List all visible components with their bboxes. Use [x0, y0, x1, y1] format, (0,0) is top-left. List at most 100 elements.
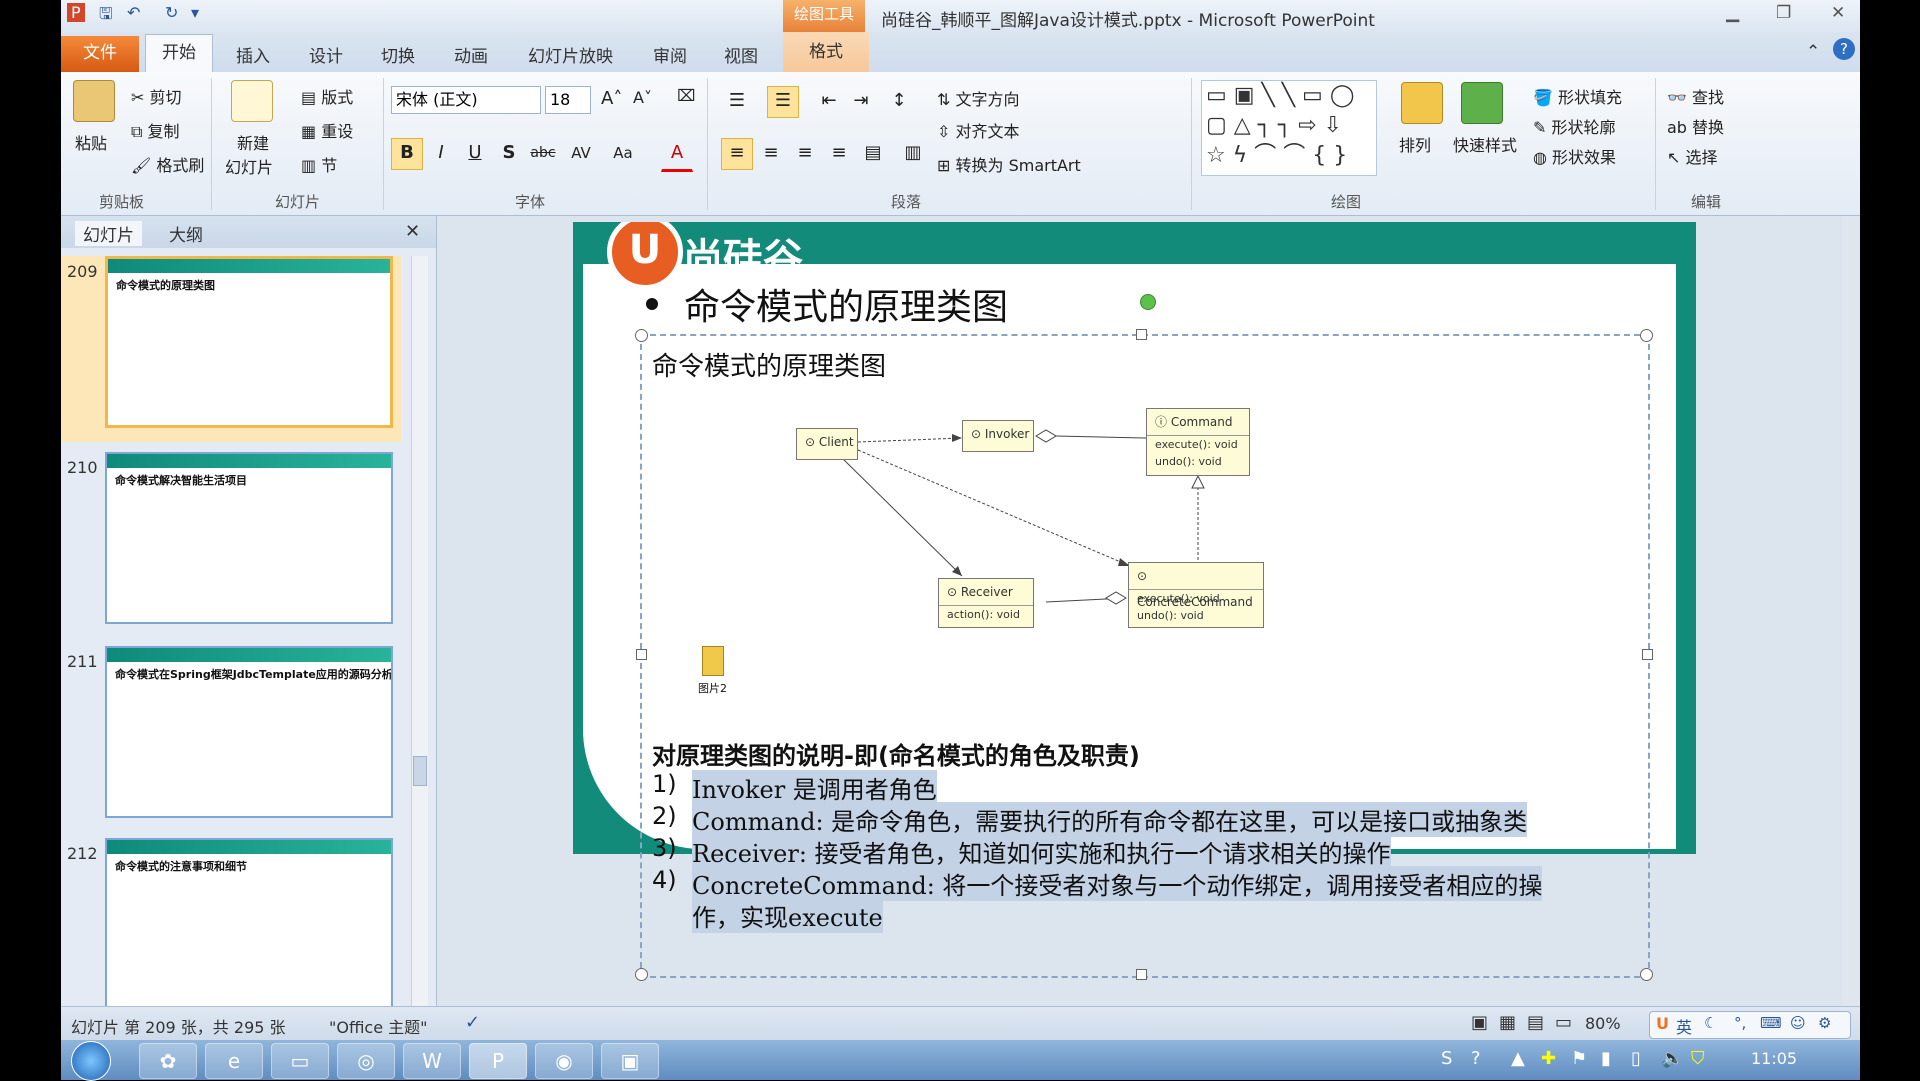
tab-file[interactable]: 文件: [61, 36, 139, 72]
tab-insert[interactable]: 插入: [236, 42, 270, 67]
tray-plus-icon[interactable]: ✚: [1541, 1048, 1556, 1069]
item-text[interactable]: Command: 是命令角色，需要执行的所有命令都在这里，可以是接口或抽象类: [692, 802, 1528, 837]
tab-review[interactable]: 审阅: [653, 42, 687, 67]
quick-styles-icon[interactable]: [1461, 82, 1503, 124]
slide-thumbnail-210[interactable]: 210 命令模式解决智能生活项目: [61, 452, 401, 632]
tray-battery-icon[interactable]: ▯: [1631, 1048, 1641, 1069]
system-clock[interactable]: 11:05: [1751, 1049, 1797, 1068]
slide-title[interactable]: 命令模式的原理类图: [684, 278, 1008, 330]
save-icon[interactable]: 🖫: [99, 3, 113, 30]
align-left-icon[interactable]: ≡: [721, 138, 753, 170]
powerpoint-taskbar-icon[interactable]: P: [469, 1043, 527, 1079]
help-icon[interactable]: ?: [1833, 38, 1855, 60]
ie-browser-icon[interactable]: e: [205, 1043, 263, 1079]
font-family-select[interactable]: 宋体 (正文): [391, 86, 541, 114]
tray-expand-icon[interactable]: ▲: [1511, 1048, 1525, 1069]
tab-format[interactable]: 格式: [783, 32, 869, 72]
close-pane-icon[interactable]: ✕: [405, 221, 420, 242]
ime-punct-icon[interactable]: °,: [1734, 1014, 1746, 1032]
align-text-button[interactable]: ⇳ 对齐文本: [937, 118, 1020, 142]
zoom-level[interactable]: 80%: [1585, 1014, 1621, 1033]
browser-icon[interactable]: ◎: [337, 1043, 395, 1079]
italic-icon[interactable]: I: [425, 138, 457, 170]
item-text[interactable]: ConcreteCommand: 将一个接受者对象与一个动作绑定，调用接受者相应…: [692, 866, 1543, 901]
replace-button[interactable]: ab 替换: [1667, 114, 1724, 138]
resize-handle[interactable]: [635, 329, 648, 342]
spellcheck-icon[interactable]: ✓: [465, 1012, 480, 1033]
resize-handle[interactable]: [636, 649, 647, 660]
reading-view-icon[interactable]: ▤: [1527, 1012, 1544, 1033]
cut-button[interactable]: ✂ 剪切: [131, 84, 182, 108]
align-center-icon[interactable]: ≡: [755, 138, 787, 170]
slideshow-view-icon[interactable]: ▭: [1555, 1012, 1572, 1033]
decrease-indent-icon[interactable]: ⇤: [813, 86, 845, 118]
line-spacing-icon[interactable]: ↕: [883, 86, 915, 118]
file-explorer-icon[interactable]: ▭: [271, 1043, 329, 1079]
resize-handle[interactable]: [1136, 329, 1147, 340]
uml-class-client[interactable]: ⊙ Client: [796, 428, 858, 460]
tab-design[interactable]: 设计: [309, 42, 343, 67]
shadow-icon[interactable]: S: [493, 138, 525, 170]
tray-sogou-icon[interactable]: S: [1441, 1048, 1452, 1069]
font-color-icon[interactable]: A: [661, 138, 693, 172]
tab-outline-pane[interactable]: 大纲: [169, 221, 203, 246]
minimize-ribbon-icon[interactable]: ⌃: [1806, 42, 1820, 62]
uml-class-invoker[interactable]: ⊙ Invoker: [962, 420, 1034, 452]
columns-icon[interactable]: ▥: [897, 138, 929, 170]
ime-user-icon[interactable]: ☺: [1790, 1014, 1806, 1032]
normal-view-icon[interactable]: ▣: [1471, 1012, 1488, 1033]
uml-interface-command[interactable]: ⓘ Command execute(): void undo(): void: [1146, 408, 1250, 476]
char-spacing-icon[interactable]: AV: [565, 138, 597, 170]
shape-effects-button[interactable]: ◍ 形状效果: [1533, 144, 1616, 168]
resize-handle[interactable]: [1640, 329, 1653, 342]
clear-format-icon[interactable]: ⌧: [677, 86, 695, 105]
paste-label[interactable]: 粘贴: [75, 130, 107, 154]
word-icon[interactable]: W: [403, 1043, 461, 1079]
select-button[interactable]: ↖ 选择: [1667, 144, 1718, 168]
tray-flag-icon[interactable]: ⚑: [1571, 1048, 1587, 1069]
increase-indent-icon[interactable]: ⇥: [845, 86, 877, 118]
new-slide-label[interactable]: 新建: [237, 130, 269, 154]
item-text[interactable]: Receiver: 接受者角色，知道如何实施和执行一个请求相关的操作: [692, 834, 1391, 869]
uml-class-receiver[interactable]: ⊙ Receiver action(): void: [938, 578, 1034, 628]
ime-toolbar[interactable]: U 英 ☾ °, ⌨ ☺ ⚙: [1649, 1011, 1851, 1039]
app-icon[interactable]: P: [67, 3, 85, 22]
taskbar-app-icon[interactable]: ✿: [139, 1043, 197, 1079]
arrange-icon[interactable]: [1401, 82, 1443, 124]
reset-button[interactable]: ▦ 重设: [301, 118, 353, 142]
item-text[interactable]: Invoker 是调用者角色: [692, 770, 937, 805]
bold-icon[interactable]: B: [391, 138, 423, 170]
image-placeholder-icon[interactable]: [702, 646, 724, 676]
ime-keyboard-icon[interactable]: ⌨: [1760, 1014, 1782, 1032]
recorder-icon[interactable]: ◉: [535, 1043, 593, 1079]
tab-slideshow[interactable]: 幻灯片放映: [528, 42, 613, 67]
align-right-icon[interactable]: ≡: [789, 138, 821, 170]
format-painter-button[interactable]: 🖌 格式刷: [131, 152, 204, 176]
resize-handle[interactable]: [1640, 968, 1653, 981]
grow-font-icon[interactable]: A˄: [601, 88, 622, 109]
ime-language[interactable]: 英: [1676, 1014, 1692, 1038]
shrink-font-icon[interactable]: A˅: [633, 88, 652, 107]
strikethrough-icon[interactable]: abc: [527, 138, 559, 170]
resize-handle[interactable]: [1136, 969, 1147, 980]
smartart-button[interactable]: ⊞ 转换为 SmartArt: [937, 152, 1081, 176]
tab-view[interactable]: 视图: [724, 42, 758, 67]
paste-icon[interactable]: [73, 80, 115, 122]
redo-icon[interactable]: ↻: [165, 3, 178, 22]
section-button[interactable]: ▥ 节: [301, 152, 337, 176]
tray-volume-icon[interactable]: 🔈: [1661, 1048, 1683, 1069]
arrange-label[interactable]: 排列: [1399, 132, 1431, 156]
uml-class-concrete-command[interactable]: ⊙ ConcreteCommand execute(): void undo()…: [1128, 562, 1264, 628]
find-button[interactable]: 👓 查找: [1667, 84, 1724, 108]
slide-thumbnail-209[interactable]: 209 命令模式的原理类图: [61, 256, 401, 442]
sorter-view-icon[interactable]: ▦: [1499, 1012, 1516, 1033]
close-icon[interactable]: ✕: [1831, 3, 1845, 23]
change-case-icon[interactable]: Aa: [607, 138, 639, 170]
tray-network-icon[interactable]: ▮: [1601, 1048, 1611, 1069]
start-button-icon[interactable]: [71, 1041, 111, 1081]
tab-transitions[interactable]: 切换: [381, 42, 415, 67]
new-slide-label-2[interactable]: 幻灯片: [225, 154, 273, 178]
theme-name[interactable]: "Office 主题": [329, 1014, 428, 1038]
text-direction-button[interactable]: ⇅ 文字方向: [937, 86, 1020, 110]
font-size-select[interactable]: 18: [545, 86, 591, 114]
